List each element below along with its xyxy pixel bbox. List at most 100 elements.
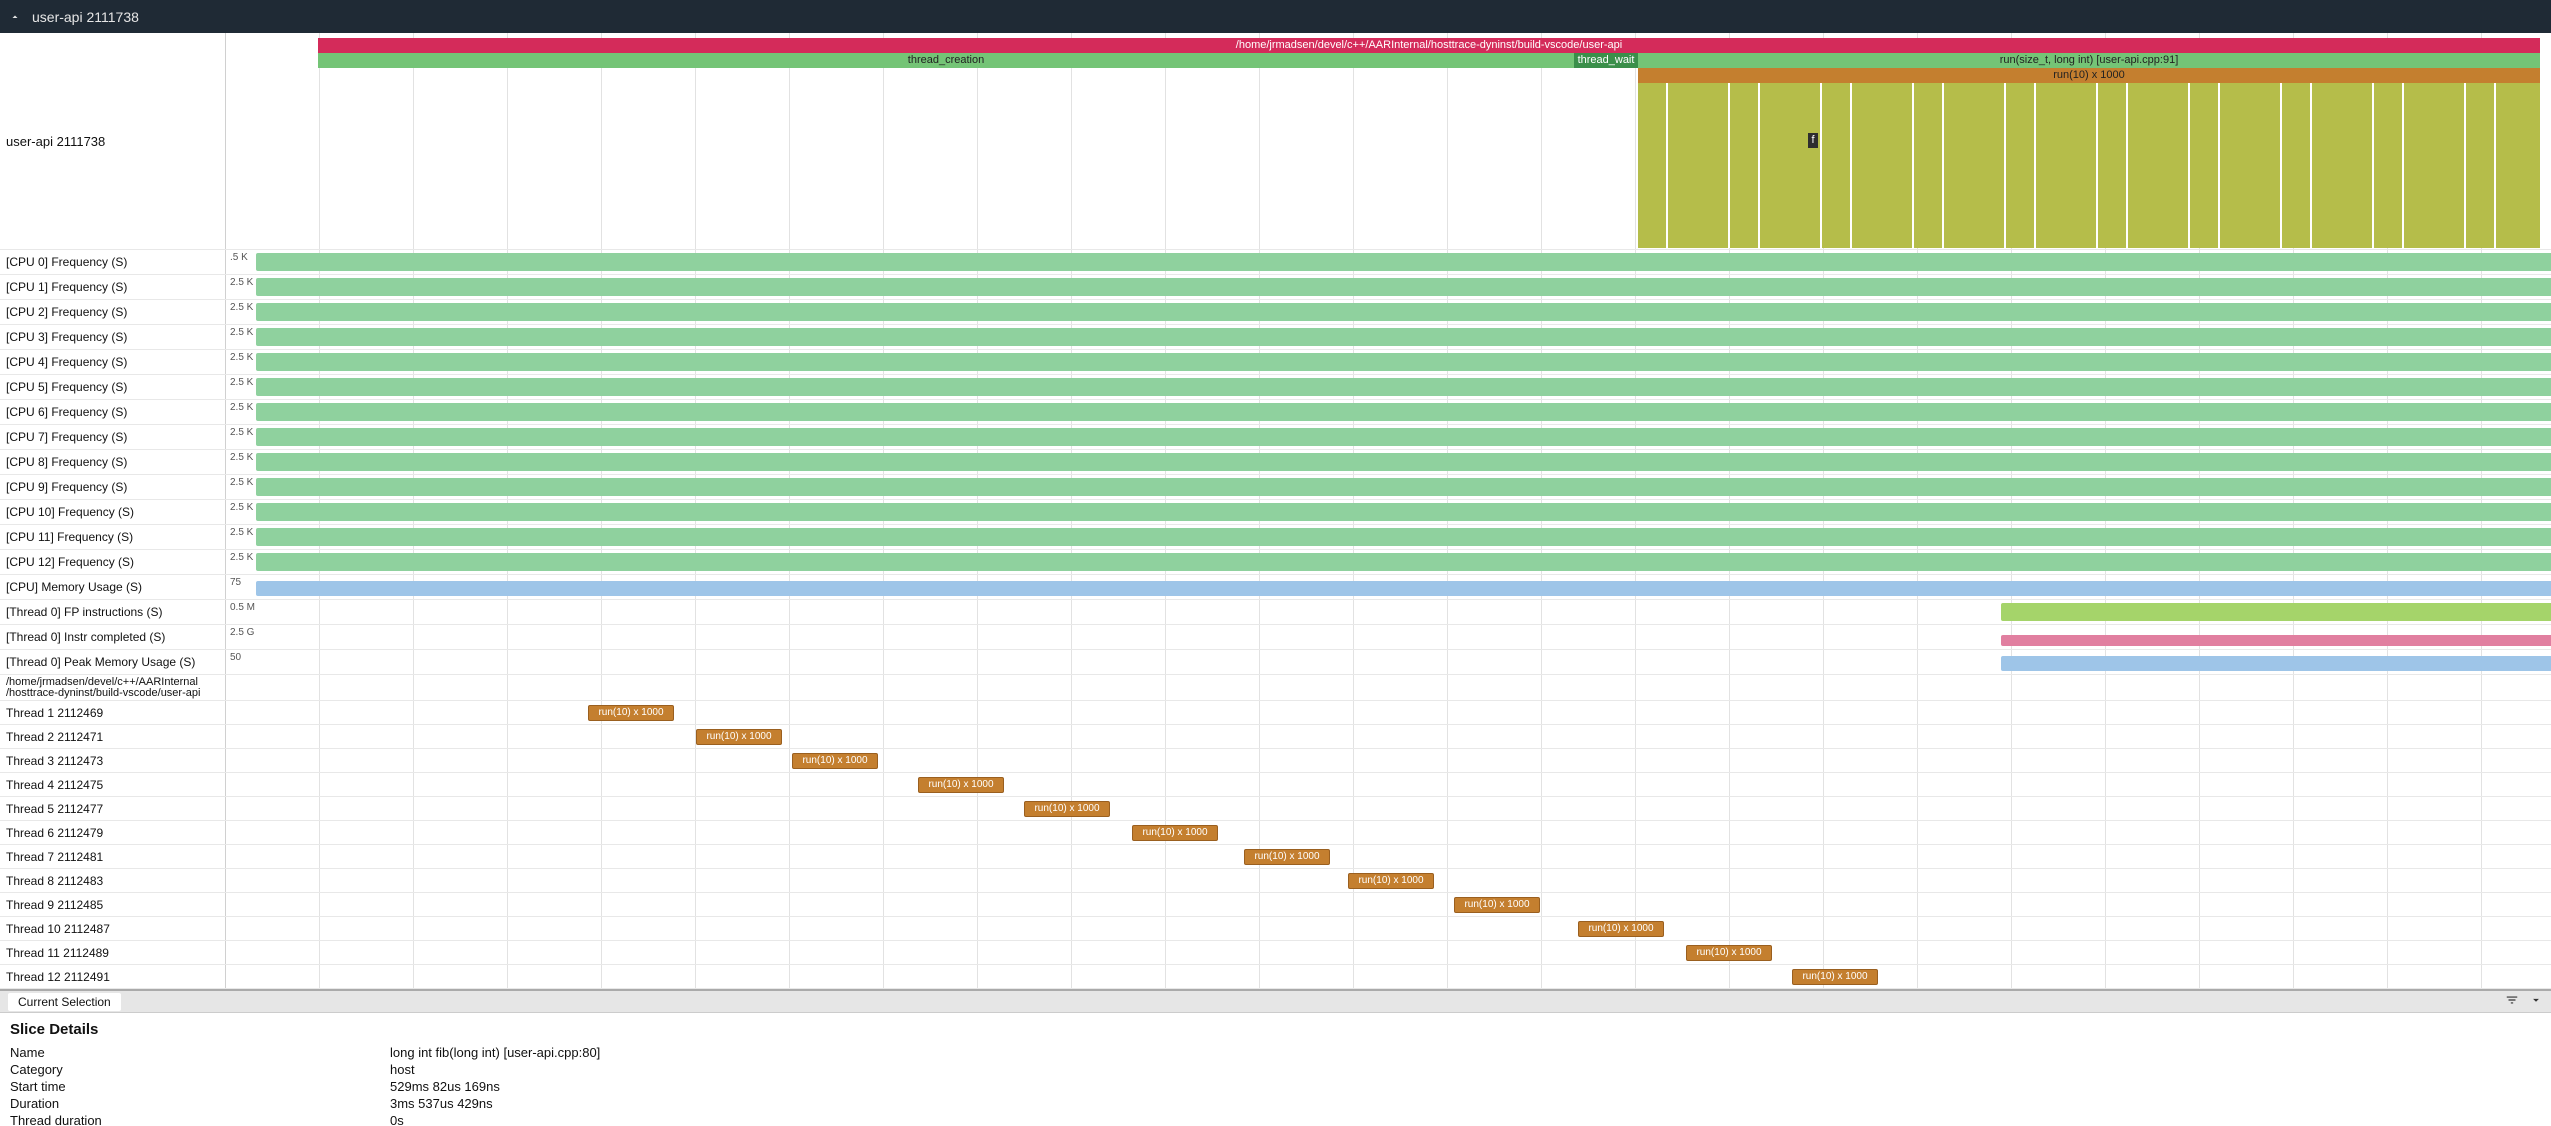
details-row: Categoryhost: [10, 1061, 2541, 1078]
counter-timeline[interactable]: 50: [226, 650, 2551, 674]
thread-timeline[interactable]: run(10) x 1000: [226, 773, 2551, 796]
thread-bar[interactable]: run(10) x 1000: [1578, 921, 1664, 937]
thread-track[interactable]: Thread 2 2112471run(10) x 1000: [0, 725, 2551, 749]
thread-track[interactable]: Thread 9 2112485run(10) x 1000: [0, 893, 2551, 917]
counter-fill: [256, 581, 2551, 596]
thread-bar[interactable]: run(10) x 1000: [1244, 849, 1330, 865]
thread-bar[interactable]: run(10) x 1000: [1132, 825, 1218, 841]
thread-bar[interactable]: run(10) x 1000: [918, 777, 1004, 793]
counter-value: 2.5 K: [230, 452, 253, 463]
thread-bar[interactable]: run(10) x 1000: [696, 729, 782, 745]
thread-track[interactable]: Thread 3 2112473run(10) x 1000: [0, 749, 2551, 773]
thread-timeline[interactable]: run(10) x 1000: [226, 869, 2551, 892]
counter-timeline[interactable]: 2.5 K: [226, 350, 2551, 374]
thread-track[interactable]: Thread 4 2112475 run(10) x 1000: [0, 773, 2551, 797]
counter-track[interactable]: [CPU 1] Frequency (S)2.5 K: [0, 275, 2551, 300]
counter-value: 75: [230, 577, 241, 588]
counter-timeline[interactable]: 2.5 K: [226, 500, 2551, 524]
counter-track[interactable]: [CPU 6] Frequency (S)2.5 K: [0, 400, 2551, 425]
counter-track[interactable]: [Thread 0] Instr completed (S)2.5 G: [0, 625, 2551, 650]
thread-track[interactable]: Thread 8 2112483run(10) x 1000: [0, 869, 2551, 893]
counter-timeline[interactable]: 2.5 K: [226, 450, 2551, 474]
counter-track[interactable]: [CPU 3] Frequency (S)2.5 K: [0, 325, 2551, 350]
thread-timeline[interactable]: run(10) x 1000: [226, 797, 2551, 820]
thread-track[interactable]: Thread 7 2112481run(10) x 1000: [0, 845, 2551, 869]
counter-timeline[interactable]: 2.5 K: [226, 425, 2551, 449]
thread-timeline[interactable]: run(10) x 1000: [226, 941, 2551, 964]
thread-timeline[interactable]: run(10) x 1000: [226, 917, 2551, 940]
counter-track[interactable]: [CPU 2] Frequency (S)2.5 K: [0, 300, 2551, 325]
counter-track[interactable]: [Thread 0] FP instructions (S)0.5 M: [0, 600, 2551, 625]
flame-run-loop[interactable]: run(10) x 1000: [1638, 68, 2540, 83]
details-key: Duration: [10, 1096, 390, 1111]
thread-timeline[interactable]: run(10) x 1000: [226, 845, 2551, 868]
details-value: 0s: [390, 1113, 404, 1126]
thread-bar[interactable]: run(10) x 1000: [588, 705, 674, 721]
counter-track[interactable]: [CPU 12] Frequency (S)2.5 K: [0, 550, 2551, 575]
counter-label: [CPU 6] Frequency (S): [0, 400, 226, 424]
counter-track[interactable]: [CPU 11] Frequency (S)2.5 K: [0, 525, 2551, 550]
flame-root-path[interactable]: /home/jrmadsen/devel/c++/AARInternal/hos…: [318, 38, 2540, 53]
flame-fib-marker[interactable]: f: [1808, 133, 1818, 148]
counter-track[interactable]: [CPU 0] Frequency (S).5 K: [0, 250, 2551, 275]
thread-label: Thread 4 2112475: [0, 773, 226, 796]
counter-timeline[interactable]: 2.5 K: [226, 525, 2551, 549]
counter-timeline[interactable]: 0.5 M: [226, 600, 2551, 624]
thread-track[interactable]: Thread 6 2112479run(10) x 1000: [0, 821, 2551, 845]
counter-track[interactable]: [CPU] Memory Usage (S)75: [0, 575, 2551, 600]
details-value: 529ms 82us 169ns: [390, 1079, 500, 1094]
flame-timeline[interactable]: /home/jrmadsen/devel/c++/AARInternal/hos…: [226, 33, 2551, 249]
thread-timeline[interactable]: run(10) x 1000: [226, 701, 2551, 724]
counter-fill: [256, 403, 2551, 421]
thread-track[interactable]: Thread 12 2112491run(10) x 1000: [0, 965, 2551, 989]
counter-timeline[interactable]: 2.5 G: [226, 625, 2551, 649]
counter-label: [CPU 12] Frequency (S): [0, 550, 226, 574]
counter-track[interactable]: [CPU 9] Frequency (S)2.5 K: [0, 475, 2551, 500]
counter-timeline[interactable]: 2.5 K: [226, 550, 2551, 574]
process-track[interactable]: user-api 2111738 /home/jrmadsen/devel/c+…: [0, 33, 2551, 250]
expand-icon[interactable]: [2529, 993, 2543, 1010]
thread-track[interactable]: Thread 1 2112469 run(10) x 1000: [0, 701, 2551, 725]
current-selection-tab[interactable]: Current Selection: [8, 993, 121, 1011]
counter-track[interactable]: [CPU 5] Frequency (S)2.5 K: [0, 375, 2551, 400]
collapse-icon[interactable]: [8, 10, 22, 24]
counter-value: 50: [230, 652, 241, 663]
counter-label: [CPU 10] Frequency (S): [0, 500, 226, 524]
thread-timeline[interactable]: run(10) x 1000: [226, 965, 2551, 988]
counter-track[interactable]: [CPU 10] Frequency (S)2.5 K: [0, 500, 2551, 525]
thread-track[interactable]: Thread 11 2112489run(10) x 1000: [0, 941, 2551, 965]
thread-track[interactable]: Thread 5 2112477run(10) x 1000: [0, 797, 2551, 821]
thread-bar[interactable]: run(10) x 1000: [1792, 969, 1878, 985]
flame-fib-block[interactable]: [1638, 83, 2540, 248]
counter-timeline[interactable]: .5 K: [226, 250, 2551, 274]
counter-track[interactable]: [CPU 8] Frequency (S)2.5 K: [0, 450, 2551, 475]
thread-tracks: Thread 1 2112469run(10) x 1000Thread 2 2…: [0, 701, 2551, 989]
counter-timeline[interactable]: 2.5 K: [226, 275, 2551, 299]
thread-bar[interactable]: run(10) x 1000: [792, 753, 878, 769]
counter-timeline[interactable]: 2.5 K: [226, 400, 2551, 424]
filter-icon[interactable]: [2505, 993, 2519, 1010]
flame-thread-creation[interactable]: thread_creation: [318, 53, 1574, 68]
counter-track[interactable]: [CPU 4] Frequency (S)2.5 K: [0, 350, 2551, 375]
thread-label: Thread 1 2112469: [0, 701, 226, 724]
flame-thread-wait[interactable]: thread_wait: [1574, 53, 1638, 68]
thread-track[interactable]: Thread 10 2112487run(10) x 1000: [0, 917, 2551, 941]
flame-run-call[interactable]: run(size_t, long int) [user-api.cpp:91]: [1638, 53, 2540, 68]
thread-timeline[interactable]: run(10) x 1000: [226, 821, 2551, 844]
counter-timeline[interactable]: 2.5 K: [226, 300, 2551, 324]
counter-timeline[interactable]: 75: [226, 575, 2551, 599]
thread-timeline[interactable]: run(10) x 1000: [226, 749, 2551, 772]
thread-bar[interactable]: run(10) x 1000: [1348, 873, 1434, 889]
counter-timeline[interactable]: 2.5 K: [226, 325, 2551, 349]
thread-timeline[interactable]: run(10) x 1000: [226, 725, 2551, 748]
counter-timeline[interactable]: 2.5 K: [226, 375, 2551, 399]
thread-bar[interactable]: run(10) x 1000: [1454, 897, 1540, 913]
counter-track[interactable]: [CPU 7] Frequency (S)2.5 K: [0, 425, 2551, 450]
thread-bar[interactable]: run(10) x 1000: [1686, 945, 1772, 961]
counter-timeline[interactable]: 2.5 K: [226, 475, 2551, 499]
thread-bar[interactable]: run(10) x 1000: [1024, 801, 1110, 817]
counter-track[interactable]: [Thread 0] Peak Memory Usage (S)50: [0, 650, 2551, 675]
path-header-timeline: [226, 675, 2551, 700]
counter-fill: [256, 453, 2551, 471]
thread-timeline[interactable]: run(10) x 1000: [226, 893, 2551, 916]
